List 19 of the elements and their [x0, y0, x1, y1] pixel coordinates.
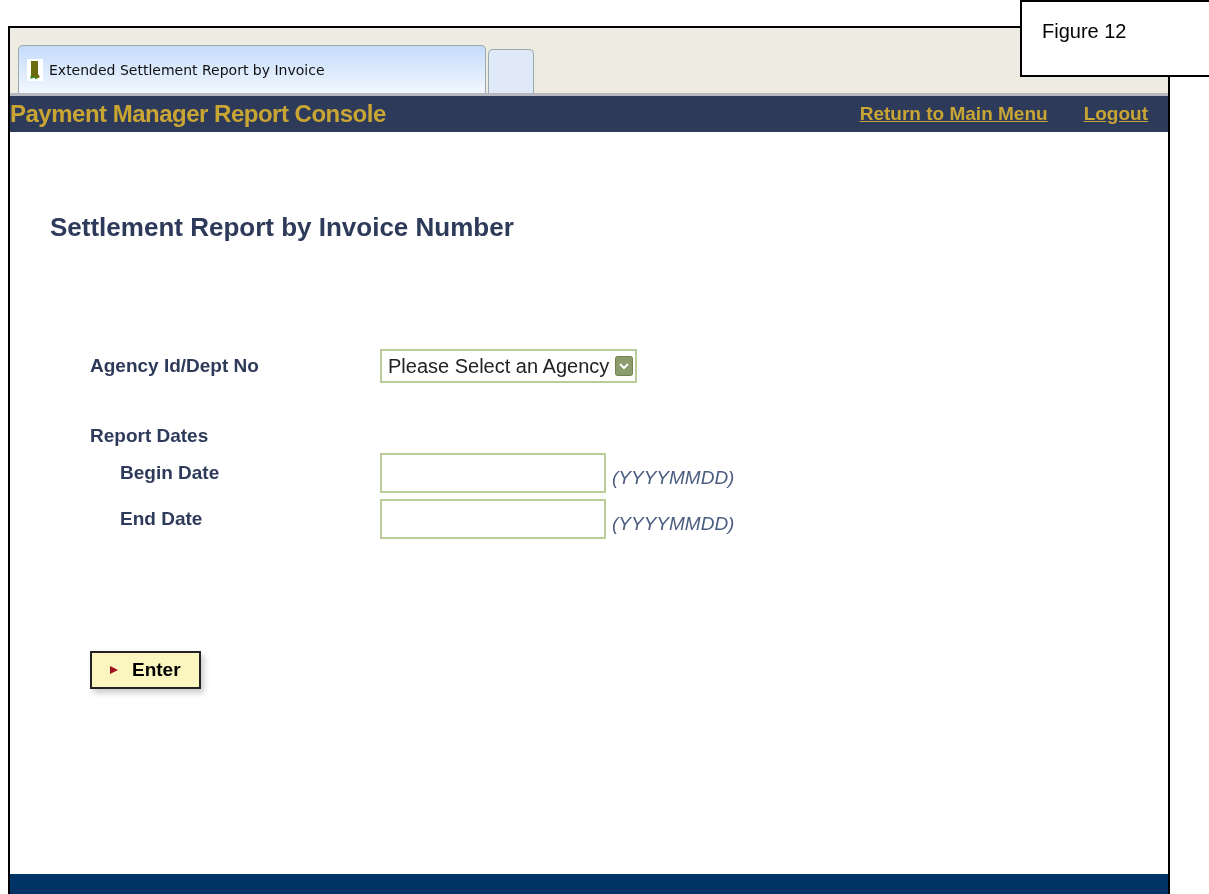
field-label: Agency Id/Dept No: [89, 355, 260, 377]
state-map-icon: [27, 58, 43, 81]
field-label: End Date: [119, 508, 204, 530]
page-title: Settlement Report by Invoice Number: [50, 212, 515, 243]
browser-tab[interactable]: [488, 49, 534, 93]
header-link[interactable]: Return to Main Menu: [859, 103, 1048, 125]
format-hint: (YYYYMMDD): [612, 467, 735, 489]
agency-dropdown[interactable]: Please Select an Agency: [380, 349, 638, 383]
play-icon: [110, 665, 118, 675]
date-input-field[interactable]: [380, 499, 606, 539]
header-link[interactable]: Logout: [1083, 103, 1148, 125]
format-hint: (YYYYMMDD): [612, 513, 735, 535]
date-input-field[interactable]: [380, 453, 606, 493]
app-title: Payment Manager Report Console: [10, 100, 386, 128]
figure-label: Figure 12: [1020, 0, 1209, 77]
browser-tab[interactable]: Extended Settlement Report by Invoice: [18, 45, 486, 93]
field-label: Begin Date: [119, 462, 221, 484]
section-label: Report Dates: [89, 425, 209, 447]
enter-button[interactable]: Enter: [90, 651, 201, 689]
